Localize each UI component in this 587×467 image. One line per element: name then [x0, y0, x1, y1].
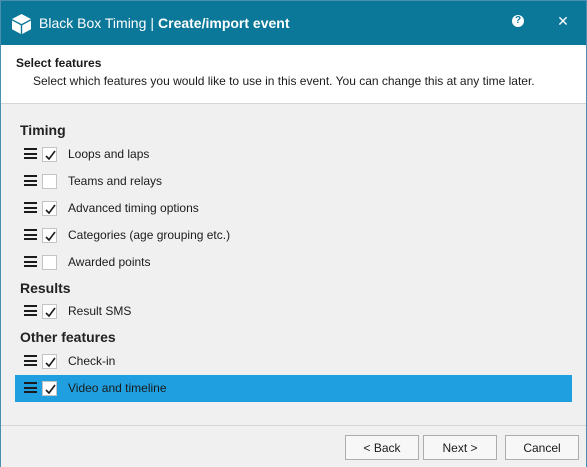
feature-row-loops-and-laps[interactable]: Loops and laps — [15, 141, 572, 168]
feature-checkbox[interactable] — [42, 381, 57, 396]
feature-row-teams-and-relays[interactable]: Teams and relays — [15, 168, 572, 195]
feature-row-categories[interactable]: Categories (age grouping etc.) — [15, 222, 572, 249]
help-icon: ? — [512, 15, 524, 27]
checkmark-icon — [45, 204, 56, 215]
drag-handle-icon[interactable] — [24, 305, 37, 316]
section-title-other-features: Other features — [20, 329, 116, 345]
drag-handle-icon[interactable] — [24, 382, 37, 393]
black-box-logo-icon — [12, 14, 31, 34]
drag-handle-icon[interactable] — [24, 229, 37, 240]
drag-handle-icon[interactable] — [24, 202, 37, 213]
feature-label: Check-in — [68, 354, 116, 368]
title-separator: | — [150, 15, 155, 31]
feature-checkbox[interactable] — [42, 354, 57, 369]
window-title: Black Box Timing | Create/import event — [39, 15, 290, 31]
title-bar[interactable]: Black Box Timing | Create/import event ? ✕ — [1, 1, 586, 45]
feature-checkbox[interactable] — [42, 304, 57, 319]
checkmark-icon — [45, 231, 56, 242]
back-button[interactable]: < Back — [345, 435, 419, 460]
help-button[interactable]: ? — [504, 9, 532, 33]
close-icon: ✕ — [557, 12, 569, 29]
drag-handle-icon[interactable] — [24, 175, 37, 186]
feature-checkbox[interactable] — [42, 174, 57, 189]
cancel-button[interactable]: Cancel — [505, 435, 579, 460]
checkmark-icon — [45, 307, 56, 318]
feature-label: Loops and laps — [68, 147, 150, 161]
feature-label: Categories (age grouping etc.) — [68, 228, 231, 242]
close-button[interactable]: ✕ — [549, 9, 577, 33]
feature-label: Result SMS — [68, 304, 132, 318]
dialog-window: Black Box Timing | Create/import event ? ✕… — [0, 0, 587, 467]
feature-checkbox[interactable] — [42, 255, 57, 270]
page-title: Select features — [16, 56, 102, 70]
checkmark-icon — [45, 357, 56, 368]
feature-row-awarded-points[interactable]: Awarded points — [15, 249, 572, 276]
dialog-title: Create/import event — [158, 15, 290, 31]
header-panel: Select features Select which features yo… — [1, 45, 586, 104]
feature-label: Awarded points — [68, 255, 151, 269]
feature-checkbox[interactable] — [42, 147, 57, 162]
feature-row-video-and-timeline[interactable]: Video and timeline — [15, 375, 572, 402]
feature-label: Teams and relays — [68, 174, 163, 188]
feature-label: Video and timeline — [68, 381, 167, 395]
app-name: Black Box Timing — [39, 15, 147, 31]
feature-row-advanced-timing-options[interactable]: Advanced timing options — [15, 195, 572, 222]
section-title-results: Results — [20, 280, 71, 296]
feature-row-check-in[interactable]: Check-in — [15, 348, 572, 375]
feature-row-result-sms[interactable]: Result SMS — [15, 298, 572, 325]
footer-bar: < Back Next > Cancel — [1, 425, 586, 467]
checkmark-icon — [45, 384, 56, 395]
feature-checkbox[interactable] — [42, 201, 57, 216]
checkmark-icon — [45, 150, 56, 161]
feature-label: Advanced timing options — [68, 201, 199, 215]
drag-handle-icon[interactable] — [24, 355, 37, 366]
page-subtitle: Select which features you would like to … — [33, 74, 535, 88]
section-title-timing: Timing — [20, 122, 66, 138]
next-button[interactable]: Next > — [423, 435, 497, 460]
features-list: Timing Loops and laps Teams and relays A… — [1, 105, 586, 425]
drag-handle-icon[interactable] — [24, 148, 37, 159]
drag-handle-icon[interactable] — [24, 256, 37, 267]
feature-checkbox[interactable] — [42, 228, 57, 243]
